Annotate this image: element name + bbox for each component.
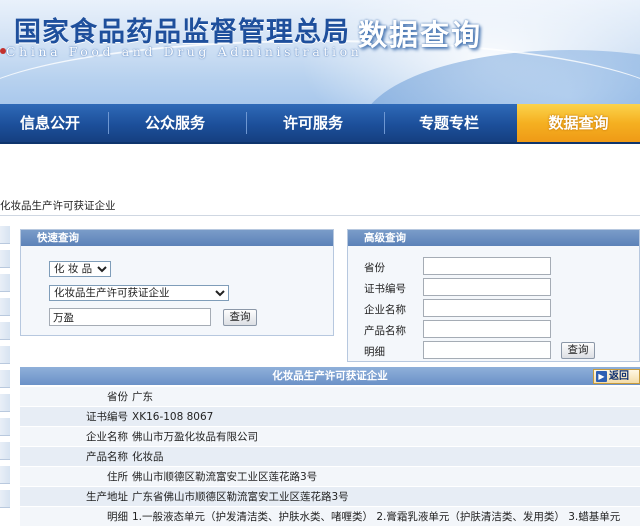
breadcrumb: 化妆品生产许可获证企业	[0, 196, 640, 216]
product-name-field[interactable]	[423, 320, 551, 338]
sidebar-item[interactable]	[0, 322, 10, 340]
result-key: 生产地址	[86, 491, 128, 503]
result-row-production-address: 生产地址 广东省佛山市顺德区勒流富安工业区莲花路3号	[20, 487, 640, 507]
sidebar-item[interactable]	[0, 298, 10, 316]
advanced-search-button[interactable]: 查询	[561, 342, 595, 359]
result-key: 明细	[107, 511, 128, 523]
detail-label: 明细	[364, 346, 385, 358]
result-key: 产品名称	[86, 451, 128, 463]
site-title-en: China Food and Drug Administration	[6, 44, 363, 59]
sidebar-item[interactable]	[0, 346, 10, 364]
category-select[interactable]: 化 妆 品	[49, 261, 111, 277]
nav-item-license-service[interactable]: 许可服务	[254, 104, 372, 142]
nav-item-topics[interactable]: 专题专栏	[390, 104, 508, 142]
sidebar-item[interactable]	[0, 490, 10, 508]
sidebar-item[interactable]	[0, 274, 10, 292]
back-button[interactable]: ▶ 返回	[593, 369, 640, 384]
back-arrow-icon: ▶	[596, 370, 607, 382]
province-label: 省份	[364, 262, 385, 274]
result-row-address: 住所 佛山市顺德区勒流富安工业区莲花路3号	[20, 467, 640, 487]
result-value: 佛山市顺德区勒流富安工业区莲花路3号	[132, 471, 318, 483]
result-value: XK16-108 8067	[132, 411, 214, 423]
nav-divider	[384, 112, 385, 134]
sidebar-item[interactable]	[0, 466, 10, 484]
sidebar-item[interactable]	[0, 226, 10, 244]
keyword-input[interactable]	[49, 308, 211, 326]
detail-field[interactable]	[423, 341, 551, 359]
result-row-detail: 明细 1.一般液态单元（护发清洁类、护肤水类、啫喱类） 2.膏霜乳液单元（护肤清…	[20, 507, 640, 526]
quick-search-panel: 快速查询 化 妆 品 化妆品生产许可获证企业 查询	[20, 229, 334, 336]
sidebar-item[interactable]	[0, 442, 10, 460]
nav-item-info[interactable]: 信息公开	[0, 104, 100, 142]
result-row-cert-number: 证书编号 XK16-108 8067	[20, 407, 640, 427]
result-row-province: 省份 广东	[20, 387, 640, 407]
advanced-search-title: 高级查询	[348, 230, 639, 246]
province-field[interactable]	[423, 257, 551, 275]
result-value: 化妆品	[132, 451, 164, 463]
company-name-field[interactable]	[423, 299, 551, 317]
cert-number-field[interactable]	[423, 278, 551, 296]
site-banner: 国家食品药品监督管理总局 China Food and Drug Adminis…	[0, 0, 640, 104]
nav-item-data-query[interactable]: 数据查询	[517, 104, 640, 142]
result-key: 省份	[107, 391, 128, 403]
database-select[interactable]: 化妆品生产许可获证企业	[49, 285, 229, 301]
result-value: 广东	[132, 391, 153, 403]
nav-item-public-service[interactable]: 公众服务	[116, 104, 234, 142]
result-key: 证书编号	[86, 411, 128, 423]
sidebar-item[interactable]	[0, 394, 10, 412]
advanced-search-panel: 高级查询 省份 证书编号 企业名称 产品名称 明细 查询	[347, 229, 640, 362]
nav-divider	[108, 112, 109, 134]
result-value: 1.一般液态单元（护发清洁类、护肤水类、啫喱类） 2.膏霜乳液单元（护肤清洁类、…	[132, 511, 621, 523]
result-row-product-name: 产品名称 化妆品	[20, 447, 640, 467]
result-row-company-name: 企业名称 佛山市万盈化妆品有限公司	[20, 427, 640, 447]
company-name-label: 企业名称	[364, 304, 406, 316]
product-name-label: 产品名称	[364, 325, 406, 337]
nav-divider	[246, 112, 247, 134]
quick-search-title: 快速查询	[21, 230, 333, 246]
sidebar-item[interactable]	[0, 418, 10, 436]
result-title: 化妆品生产许可获证企业	[20, 367, 640, 385]
section-title: 数据查询	[358, 18, 483, 52]
result-value: 佛山市万盈化妆品有限公司	[132, 431, 258, 443]
sidebar-item[interactable]	[0, 250, 10, 268]
result-key: 企业名称	[86, 431, 128, 443]
back-button-label: 返回	[609, 371, 629, 382]
cert-number-label: 证书编号	[364, 283, 406, 295]
result-value: 广东省佛山市顺德区勒流富安工业区莲花路3号	[132, 491, 349, 503]
main-nav: 信息公开 公众服务 许可服务 专题专栏 数据查询	[0, 104, 640, 144]
quick-search-button[interactable]: 查询	[223, 309, 257, 326]
sidebar-menu	[0, 226, 10, 514]
result-key: 住所	[107, 471, 128, 483]
sidebar-item[interactable]	[0, 370, 10, 388]
